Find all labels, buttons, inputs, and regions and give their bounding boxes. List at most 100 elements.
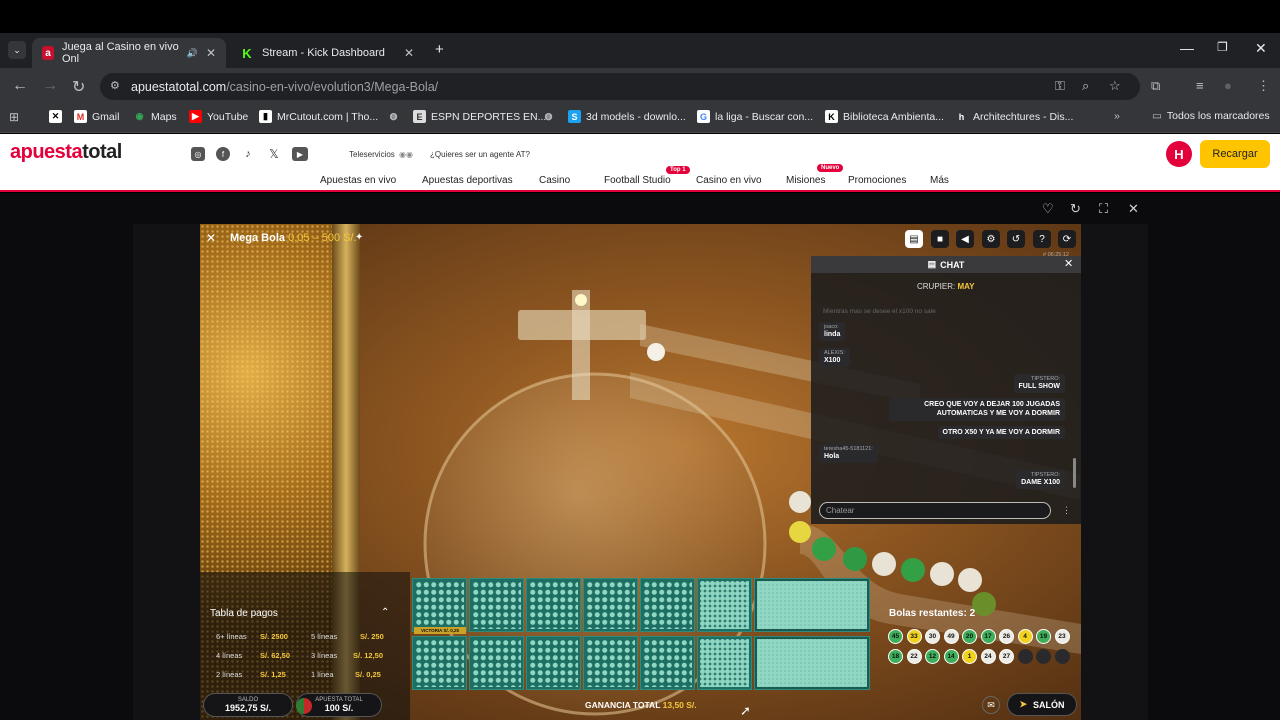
fullscreen-icon[interactable]: ⛶ [1099,201,1108,217]
whatsapp-icon[interactable]: ◉◉ [399,150,413,159]
pin-icon[interactable]: ✦ [355,232,363,243]
bingo-card[interactable] [697,636,752,690]
bingo-card[interactable] [583,578,638,632]
tab-kick[interactable]: K Stream - Kick Dashboard ✕ [230,38,424,68]
minimize-icon[interactable]: — [1180,40,1194,56]
bingo-card-mini[interactable] [754,636,870,690]
close-game-x-icon[interactable]: ✕ [206,231,216,245]
close-chat-icon[interactable]: ✕ [1064,257,1073,270]
site-info-icon[interactable]: ⚙ [110,79,120,92]
nav-casino[interactable]: Casino [539,175,570,186]
tab-search-button[interactable]: ⌄ [8,41,26,59]
apps-icon[interactable]: ⊞ [9,110,19,124]
drawn-ball: 49 [943,629,959,644]
restore-icon[interactable]: ❐ [1217,40,1228,54]
pay-value: S/. 1,25 [260,670,286,679]
all-bookmarks[interactable]: ▭ Todos los marcadores [1152,110,1270,122]
bingo-card[interactable] [526,636,581,690]
nav-promociones[interactable]: Promociones [848,175,906,186]
new-tab-button[interactable]: + [435,41,444,58]
history-icon[interactable]: ↺ [1007,230,1025,248]
chat-input[interactable]: Chatear [819,502,1051,519]
chat-text: CREO QUE VOY A DEJAR 100 JUGADAS AUTOMAT… [924,401,1060,418]
agent-link[interactable]: ¿Quieres ser un agente AT? [430,150,530,159]
bookmark-maps[interactable]: ◉ Maps [133,110,177,123]
tab-casino[interactable]: a Juega al Casino en vivo Onl 🔊 ✕ [32,38,226,68]
bingo-card[interactable] [412,636,467,690]
menu-icon[interactable]: ⋮ [1257,78,1270,94]
espn-icon: E [413,110,426,123]
chat-more-icon[interactable]: ⋮ [1062,505,1071,516]
nav-apuestas-en-vivo[interactable]: Apuestas en vivo [320,175,396,186]
settings-icon[interactable]: ⚙ [982,230,1000,248]
salon-button[interactable]: ➤ SALÓN [1007,693,1077,716]
close-window-icon[interactable]: ✕ [1255,40,1267,57]
bookmark-espn[interactable]: E ESPN DEPORTES EN... [413,110,546,123]
back-icon[interactable]: ← [12,77,28,95]
video-icon[interactable]: ■ [931,230,949,248]
pay-lines: 4 líneas [216,651,243,660]
bookmark-mrcutout[interactable]: ▮ MrCutout.com | Tho... [259,110,378,123]
nav-football-studio[interactable]: Football Studio [604,175,671,186]
ganancia-total: GANANCIA TOTAL 13,50 S/. [585,700,697,710]
tiktok-icon[interactable]: ♪ [241,147,255,161]
password-key-icon[interactable]: ⚿ [1055,78,1065,94]
nav-mas[interactable]: Más [930,175,949,186]
extensions-icon[interactable]: ⧉ [1151,78,1160,94]
favorite-heart-icon[interactable]: ♡ [1042,201,1054,217]
bookmark-youtube[interactable]: ▶ YouTube [189,110,248,123]
facebook-icon[interactable]: f [216,147,230,161]
bingo-card[interactable] [640,578,695,632]
user-avatar[interactable]: H [1166,141,1192,167]
bookmark-x[interactable]: ✕ [49,110,62,123]
chat-toggle-icon[interactable]: ▤ [905,230,923,248]
volume-icon[interactable]: ◀ [956,230,974,248]
close-tab-icon[interactable]: ✕ [206,46,216,60]
reload-icon[interactable]: ↻ [72,77,85,97]
bookmark-globe-2[interactable]: ◍ [542,110,555,123]
zoom-icon[interactable]: ⌕ [1082,78,1089,94]
bingo-card[interactable] [412,578,467,632]
drawn-ball: 12 [925,649,940,664]
instagram-icon[interactable]: ◎ [191,147,205,161]
nav-misiones[interactable]: Misiones [786,175,825,186]
bookmark-biblioteca[interactable]: K Biblioteca Ambienta... [825,110,944,123]
bookmark-gmail[interactable]: M Gmail [74,110,119,123]
media-control-icon[interactable]: ≡ [1196,78,1204,93]
close-game-icon[interactable]: ✕ [1128,201,1139,217]
bingo-card-mini[interactable] [754,578,870,632]
collapse-paytable-icon[interactable]: ⌃ [381,607,389,618]
recargar-button[interactable]: Recargar [1200,140,1270,168]
bookmark-architechtures[interactable]: h Architechtures - Dis... [955,110,1074,123]
youtube-site-icon[interactable]: ▶ [292,147,308,161]
bookmark-laliga[interactable]: Gla liga - Buscar con... [697,110,813,123]
bookmark-star-icon[interactable]: ☆ [1109,78,1121,94]
bookmark-3dmodels[interactable]: S 3d models - downlo... [568,110,686,123]
bingo-card[interactable] [469,636,524,690]
bingo-card[interactable] [697,578,752,632]
lobby-refresh-icon[interactable]: ⟳ [1058,230,1076,248]
bookmark-globe[interactable]: ◍ [387,110,400,123]
bingo-card[interactable] [583,636,638,690]
bingo-cards[interactable]: VICTORIA S/. 0,25 [412,578,870,690]
pay-lines: 6+ líneas [216,632,247,641]
more-bookmarks-icon[interactable]: » [1114,110,1120,122]
bingo-card[interactable] [640,636,695,690]
site-logo[interactable]: apuestatotal [10,141,122,164]
x-twitter-icon[interactable]: 𝕏 [267,147,281,161]
profile-icon[interactable]: ● [1224,78,1232,93]
chat-bubble-icon[interactable]: ✉ [982,696,1000,714]
victoria-badge: VICTORIA S/. 0,25 [414,627,466,634]
bingo-card[interactable] [469,578,524,632]
teleservicios-link[interactable]: Teleservicios [349,150,395,159]
refresh-game-icon[interactable]: ↻ [1070,201,1081,217]
nav-casino-en-vivo[interactable]: Casino en vivo [696,175,762,186]
help-icon[interactable]: ? [1033,230,1051,248]
bingo-card[interactable] [526,578,581,632]
url-text[interactable]: apuestatotal.com/casino-en-vivo/evolutio… [131,80,438,94]
chat-scrollbar[interactable] [1073,458,1076,488]
nav-apuestas-deportivas[interactable]: Apuestas deportivas [422,175,513,186]
close-tab-icon[interactable]: ✕ [404,46,414,60]
forward-icon[interactable]: → [42,77,58,95]
speaker-icon[interactable]: 🔊 [187,48,198,59]
